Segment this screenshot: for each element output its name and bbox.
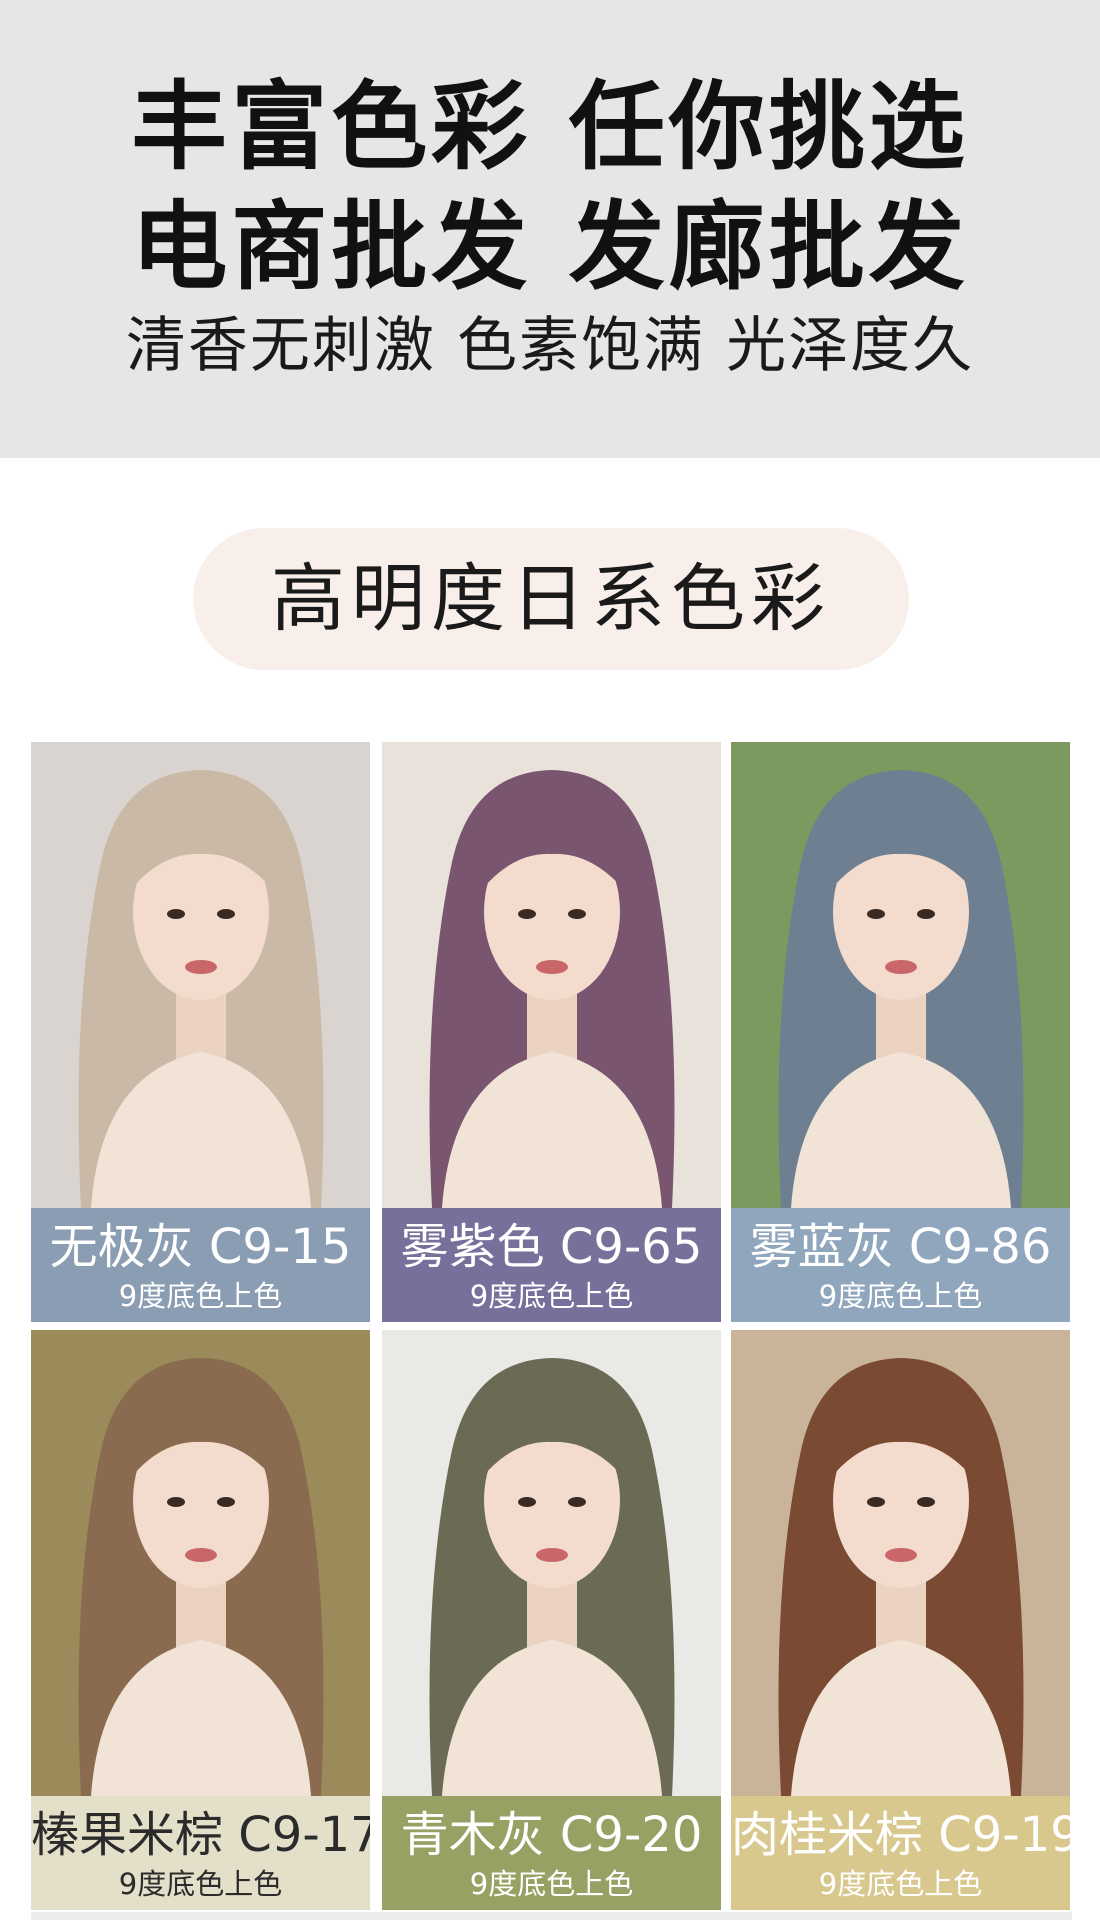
color-swatch-card[interactable]: 雾蓝灰 C9-86 9度底色上色: [731, 742, 1070, 1322]
portrait-photo: [31, 1330, 370, 1796]
bottom-divider: [31, 1912, 1072, 1920]
swatch-label-band: 无极灰 C9-15 9度底色上色: [31, 1208, 370, 1322]
portrait-photo: [31, 742, 370, 1208]
color-swatch-card[interactable]: 青木灰 C9-20 9度底色上色: [382, 1330, 721, 1910]
swatch-name: 无极灰 C9-15: [49, 1219, 352, 1275]
portrait-photo: [382, 742, 721, 1208]
swatch-name: 青木灰 C9-20: [400, 1807, 703, 1863]
portrait-photo: [731, 742, 1070, 1208]
swatch-name: 榛果米棕 C9-17: [31, 1807, 370, 1863]
portrait-photo: [731, 1330, 1070, 1796]
hero-headline-1: 丰富色彩 任你挑选: [131, 71, 969, 183]
hero-headline-2: 电商批发 发廊批发: [131, 191, 969, 303]
hero-subtitle: 清香无刺激 色素饱满 光泽度久: [125, 311, 975, 381]
portrait-photo: [382, 1330, 721, 1796]
section-title: 高明度日系色彩: [271, 556, 831, 642]
swatch-name: 肉桂米棕 C9-19: [731, 1807, 1070, 1863]
swatch-base-level: 9度底色上色: [469, 1279, 634, 1313]
swatch-base-level: 9度底色上色: [818, 1867, 983, 1901]
color-swatch-card[interactable]: 榛果米棕 C9-17 9度底色上色: [31, 1330, 370, 1910]
swatch-name: 雾紫色 C9-65: [400, 1219, 703, 1275]
swatch-label-band: 雾紫色 C9-65 9度底色上色: [382, 1208, 721, 1322]
swatch-label-band: 雾蓝灰 C9-86 9度底色上色: [731, 1208, 1070, 1322]
swatch-base-level: 9度底色上色: [118, 1867, 283, 1901]
swatch-label-band: 肉桂米棕 C9-19 9度底色上色: [731, 1796, 1070, 1910]
color-swatch-card[interactable]: 雾紫色 C9-65 9度底色上色: [382, 742, 721, 1322]
swatch-base-level: 9度底色上色: [469, 1867, 634, 1901]
swatch-label-band: 青木灰 C9-20 9度底色上色: [382, 1796, 721, 1910]
swatch-name: 雾蓝灰 C9-86: [749, 1219, 1052, 1275]
hero-banner: 丰富色彩 任你挑选 电商批发 发廊批发 清香无刺激 色素饱满 光泽度久: [0, 0, 1100, 458]
swatch-base-level: 9度底色上色: [118, 1279, 283, 1313]
section-title-pill: 高明度日系色彩: [193, 528, 909, 670]
color-swatch-card[interactable]: 无极灰 C9-15 9度底色上色: [31, 742, 370, 1322]
swatch-label-band: 榛果米棕 C9-17 9度底色上色: [31, 1796, 370, 1910]
color-swatch-card[interactable]: 肉桂米棕 C9-19 9度底色上色: [731, 1330, 1070, 1910]
swatch-base-level: 9度底色上色: [818, 1279, 983, 1313]
